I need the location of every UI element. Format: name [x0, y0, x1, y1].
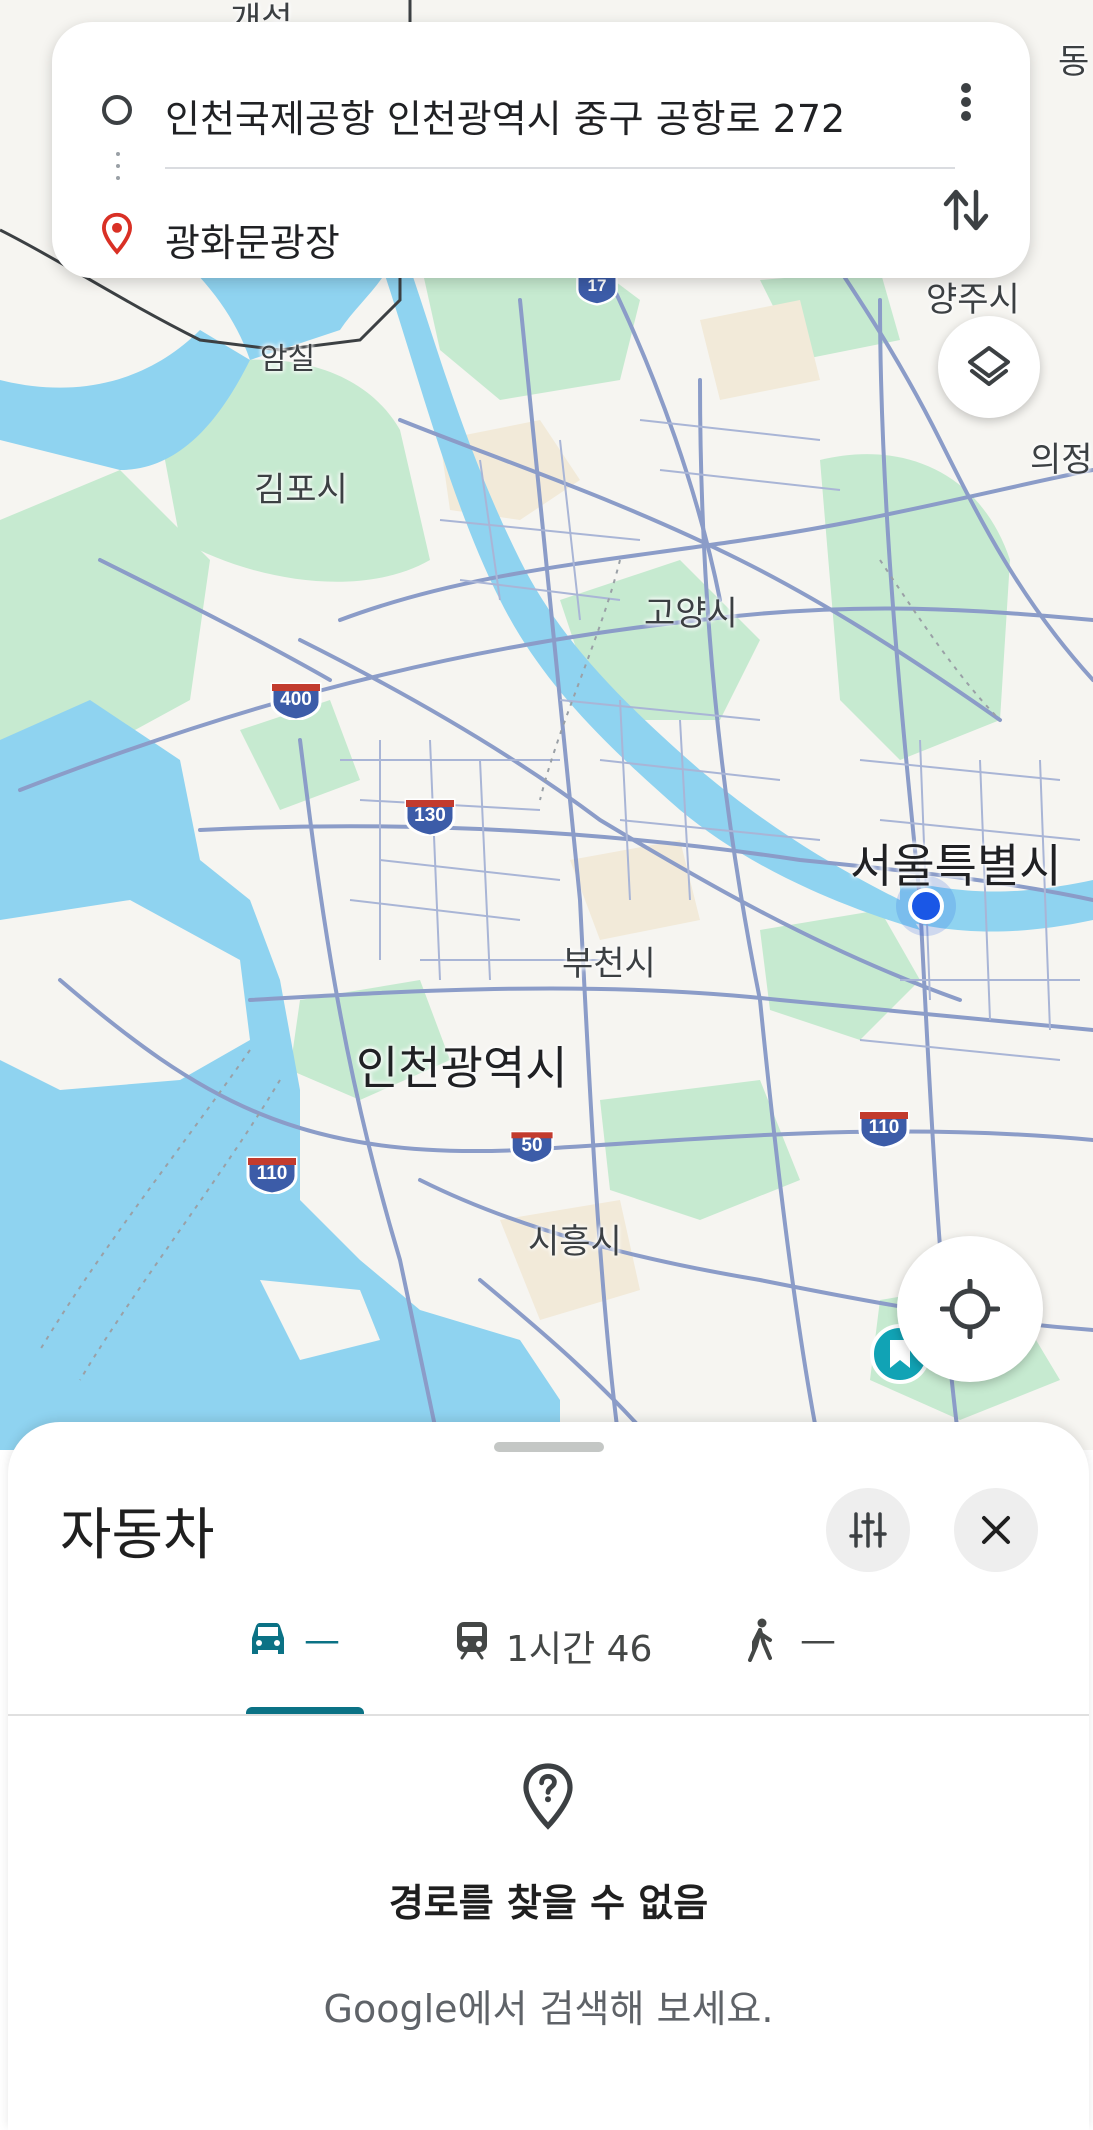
- swap-button[interactable]: [936, 180, 996, 240]
- route-options-button[interactable]: [826, 1488, 910, 1572]
- route-shield-400: 400: [268, 680, 324, 722]
- help-pin-icon: [523, 1763, 573, 1830]
- layers-icon: [968, 346, 1010, 386]
- destination-text: 광화문광장: [165, 221, 340, 265]
- crosshair-icon: [940, 1279, 1000, 1339]
- tab-divider: [8, 1714, 1089, 1716]
- swap-vert-icon: [943, 189, 989, 231]
- walk-icon: [748, 1618, 772, 1662]
- more-vert-icon: [961, 83, 971, 121]
- origin-circle-icon: [102, 95, 132, 125]
- my-location-button[interactable]: [897, 1236, 1043, 1382]
- drag-handle[interactable]: [494, 1442, 604, 1452]
- tab-walk[interactable]: —: [744, 1606, 854, 1696]
- map-label-gimpo: 김포시: [254, 470, 348, 510]
- more-options-button[interactable]: [936, 72, 996, 132]
- car-icon: [252, 1623, 284, 1654]
- map-label-amsil: 암실: [260, 342, 316, 377]
- tab-drive-label: —: [304, 1620, 340, 1661]
- route-shield-110-east: 110: [856, 1108, 912, 1150]
- route-search-card: 인천국제공항 인천광역시 중구 공항로 272 광화문광장: [52, 22, 1030, 278]
- tab-drive[interactable]: —: [246, 1606, 372, 1696]
- map-label-goyang: 고양시: [644, 594, 738, 634]
- train-icon: [457, 1622, 487, 1660]
- directions-sheet: 자동차 — 1시간 46 — 경로를 찾을 수 없음 Google에서 검색해 …: [8, 1422, 1089, 2130]
- map-label-dong: 동: [1058, 42, 1090, 82]
- map-label-incheon: 인천광역시: [356, 1041, 568, 1095]
- map-label-siheung: 시흥시: [528, 1222, 622, 1262]
- map-label-bucheon: 부천시: [562, 944, 656, 984]
- layers-button[interactable]: [938, 316, 1040, 418]
- close-icon: [982, 1516, 1010, 1544]
- google-search-link[interactable]: Google에서 검색해 보세요.: [8, 1978, 1089, 2033]
- tab-walk-label: —: [800, 1620, 836, 1661]
- destination-field[interactable]: 광화문광장: [52, 182, 1030, 282]
- close-button[interactable]: [954, 1488, 1038, 1572]
- tab-transit-label: 1시간 46: [506, 1629, 653, 1670]
- origin-text: 인천국제공항 인천광역시 중구 공항로 272: [165, 97, 846, 141]
- route-shield-110-west: 110: [244, 1154, 300, 1196]
- route-shield-50: 50: [508, 1126, 556, 1166]
- tab-transit[interactable]: 1시간 46: [454, 1606, 684, 1696]
- sheet-title: 자동차: [60, 1503, 215, 1568]
- map-label-uijeongbu: 의정: [1030, 440, 1093, 480]
- map-label-seoul: 서울특별시: [850, 839, 1062, 893]
- origin-field[interactable]: 인천국제공항 인천광역시 중구 공항로 272: [52, 58, 1030, 158]
- tune-icon: [849, 1512, 887, 1548]
- location-pin-icon: [102, 212, 132, 255]
- route-shield-130: 130: [402, 796, 458, 838]
- no-route-title: 경로를 찾을 수 없음: [388, 1881, 709, 1925]
- route-divider: [165, 167, 955, 169]
